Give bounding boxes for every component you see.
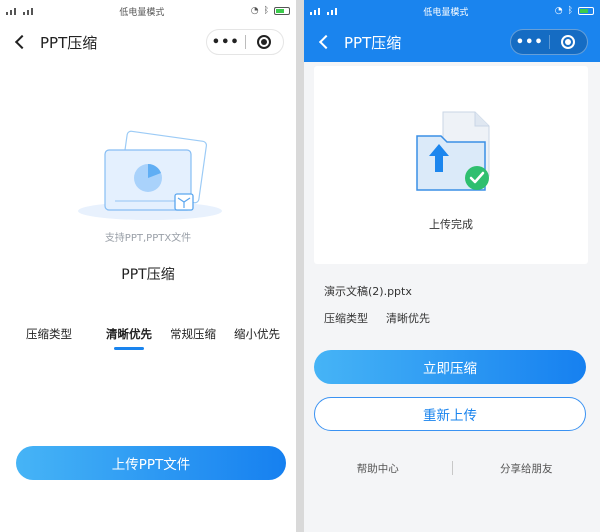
status-bar: 低电量模式 ◔ ᛒ (304, 0, 600, 22)
upload-status-card: 上传完成 (314, 66, 588, 264)
more-icon[interactable]: ••• (511, 35, 549, 50)
footer-links: 帮助中心 分享给朋友 (304, 461, 600, 476)
alarm-icon: ◔ (250, 6, 259, 16)
low-power-mode-label: 低电量模式 (423, 7, 469, 18)
page-title: PPT压缩 (40, 33, 98, 52)
screenshot-stage: 低电量模式 ◔ ᛒ PPT压缩 ••• 支持PPT,PPTX文件 PPT压缩 压… (0, 0, 600, 532)
back-arrow-icon[interactable] (12, 33, 30, 51)
upload-complete-text: 上传完成 (429, 218, 473, 231)
back-arrow-icon[interactable] (316, 33, 334, 51)
section-title: PPT压缩 (121, 267, 175, 283)
page-title: PPT压缩 (344, 33, 402, 52)
compression-type-value: 清晰优先 (386, 312, 430, 325)
reupload-button[interactable]: 重新上传 (314, 397, 586, 431)
more-icon[interactable]: ••• (207, 35, 245, 50)
file-name: 演示文稿(2).pptx (324, 285, 412, 298)
upload-complete-icon (416, 111, 490, 191)
battery-icon (578, 7, 594, 15)
upload-ppt-button[interactable]: 上传PPT文件 (16, 446, 286, 480)
mini-program-capsule: ••• (510, 29, 588, 55)
bluetooth-icon: ᛒ (567, 6, 573, 16)
option-clarity-first[interactable]: 清晰优先 (106, 326, 152, 350)
option-smallest-first[interactable]: 缩小优先 (234, 326, 280, 342)
status-bar: 低电量模式 ◔ ᛒ (0, 0, 296, 22)
mini-program-capsule: ••• (206, 29, 284, 55)
signal-icon (6, 7, 33, 15)
battery-icon (274, 7, 290, 15)
alarm-icon: ◔ (554, 6, 563, 16)
close-target-icon[interactable] (550, 35, 588, 49)
help-center-link[interactable]: 帮助中心 (304, 461, 452, 476)
share-to-friends-link[interactable]: 分享给朋友 (453, 461, 600, 476)
supported-formats-hint: 支持PPT,PPTX文件 (104, 233, 192, 244)
close-target-icon[interactable] (246, 35, 284, 49)
compress-now-button[interactable]: 立即压缩 (314, 350, 586, 384)
bluetooth-icon: ᛒ (263, 6, 269, 16)
option-regular[interactable]: 常规压缩 (170, 326, 216, 342)
compression-type-row: 压缩类型 清晰优先 常规压缩 缩小优先 (26, 326, 282, 350)
compression-type-label: 压缩类型 (324, 312, 368, 325)
compression-type-label: 压缩类型 (26, 327, 72, 341)
left-screen: 低电量模式 ◔ ᛒ PPT压缩 ••• 支持PPT,PPTX文件 PPT压缩 压… (0, 0, 296, 532)
nav-bar: PPT压缩 ••• (0, 22, 296, 62)
low-power-mode-label: 低电量模式 (119, 7, 165, 18)
nav-bar: PPT压缩 ••• (304, 22, 600, 62)
file-illustration-icon (78, 130, 222, 220)
signal-icon (310, 7, 337, 15)
compression-type-info: 压缩类型 清晰优先 (324, 310, 430, 326)
right-screen: 低电量模式 ◔ ᛒ PPT压缩 ••• 上传完成 演示文稿(2).pptx 压缩… (304, 0, 600, 532)
